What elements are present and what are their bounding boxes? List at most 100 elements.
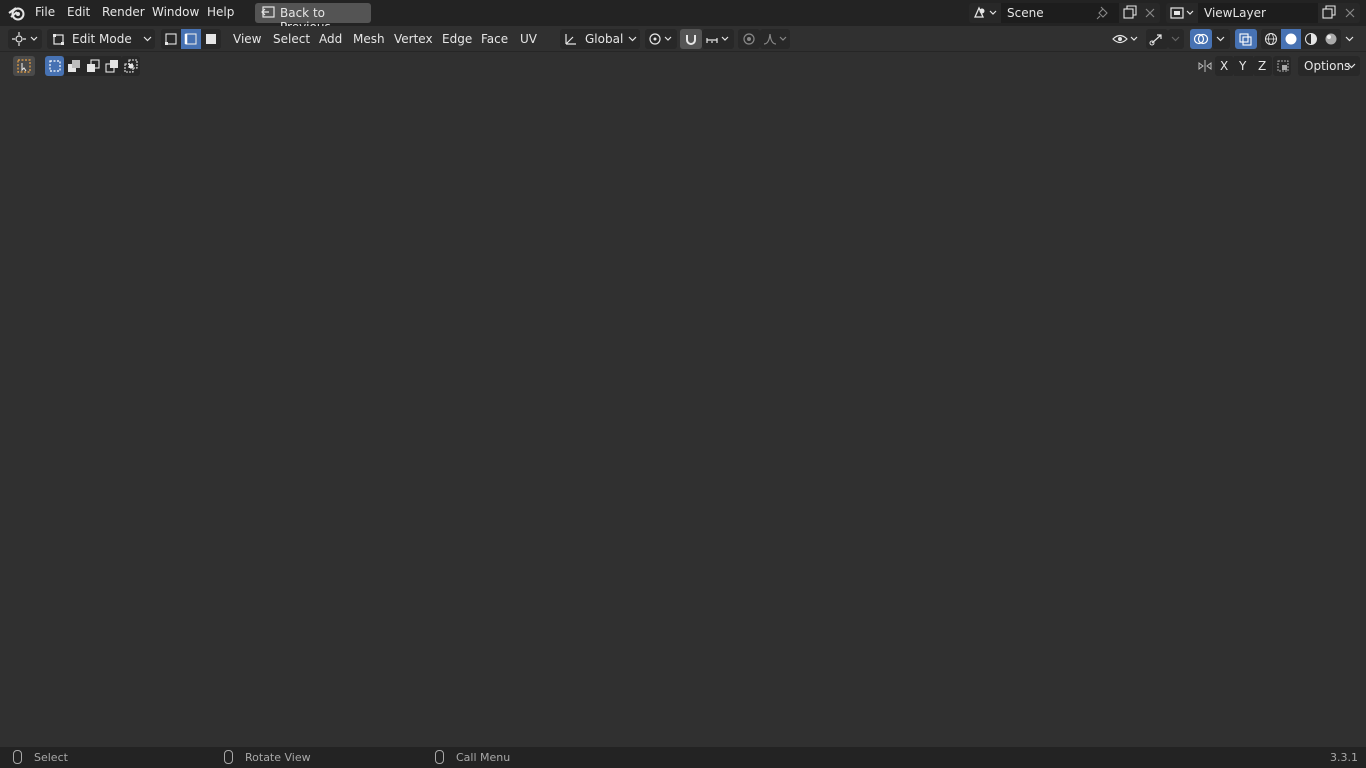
overlays-toggle[interactable] bbox=[1190, 29, 1212, 49]
select-mode-invert-button[interactable] bbox=[102, 56, 121, 76]
face-select-icon bbox=[206, 34, 216, 44]
pin-icon bbox=[1096, 6, 1108, 20]
blender-logo-icon[interactable] bbox=[8, 4, 26, 22]
view-layer-new-button[interactable] bbox=[1318, 3, 1340, 23]
shading-material-button[interactable] bbox=[1301, 29, 1321, 49]
viewport-header: Edit Mode View Select Add Mesh Vertex Ed… bbox=[0, 26, 1366, 52]
select-new-icon bbox=[49, 60, 61, 72]
header-menu-face[interactable]: Face bbox=[481, 32, 508, 46]
snap-target-dropdown[interactable] bbox=[702, 29, 734, 49]
chevron-down-icon bbox=[1347, 63, 1356, 69]
xray-toggle[interactable] bbox=[1235, 29, 1257, 49]
gizmo-dropdown[interactable] bbox=[1168, 29, 1184, 49]
proportional-edit-toggle[interactable] bbox=[738, 29, 760, 49]
back-icon bbox=[261, 6, 275, 18]
gizmo-toggle[interactable] bbox=[1146, 29, 1168, 49]
face-select-button[interactable] bbox=[201, 29, 221, 49]
mouse-right-icon bbox=[435, 750, 444, 764]
mode-label: Edit Mode bbox=[72, 32, 132, 46]
select-mode-intersect-button[interactable] bbox=[121, 56, 140, 76]
header-menu-mesh[interactable]: Mesh bbox=[353, 32, 385, 46]
visibility-dropdown[interactable] bbox=[1110, 29, 1142, 49]
topology-mirror-icon bbox=[1277, 60, 1289, 72]
mirror-x-label: X bbox=[1220, 59, 1229, 73]
mirror-y-toggle[interactable]: Y bbox=[1234, 56, 1253, 76]
options-label: Options bbox=[1304, 59, 1351, 73]
x-axis-line bbox=[159, 79, 1201, 747]
topology-mirror-toggle[interactable] bbox=[1273, 56, 1291, 76]
shading-wireframe-button[interactable] bbox=[1261, 29, 1281, 49]
overlays-icon bbox=[1193, 33, 1209, 45]
snap-toggle[interactable] bbox=[680, 29, 702, 49]
toolbar-expand-arrow[interactable]: › bbox=[1, 90, 5, 103]
transform-orientation-dropdown[interactable]: Global bbox=[560, 29, 640, 49]
scene-selector[interactable]: Scene bbox=[969, 3, 1160, 23]
scene-pin-button[interactable] bbox=[1093, 3, 1119, 23]
header-menu-add[interactable]: Add bbox=[319, 32, 342, 46]
pivot-point-dropdown[interactable] bbox=[645, 29, 677, 49]
options-dropdown[interactable]: Options bbox=[1298, 56, 1360, 76]
menu-window[interactable]: Window bbox=[152, 5, 199, 19]
scene-unlink-button[interactable] bbox=[1141, 3, 1160, 23]
scene-browse-button[interactable] bbox=[969, 3, 1001, 23]
back-to-previous-button[interactable]: Back to Previous bbox=[255, 3, 371, 34]
menu-edit[interactable]: Edit bbox=[67, 5, 90, 19]
mirror-z-toggle[interactable]: Z bbox=[1253, 56, 1272, 76]
header-menu-view[interactable]: View bbox=[233, 32, 261, 46]
header-menu-select[interactable]: Select bbox=[273, 32, 310, 46]
view-layer-remove-button[interactable] bbox=[1340, 3, 1360, 23]
menu-render[interactable]: Render bbox=[102, 5, 145, 19]
active-tool-button[interactable] bbox=[13, 56, 35, 76]
header-menu-vertex[interactable]: Vertex bbox=[394, 32, 433, 46]
solid-sphere-icon bbox=[1285, 33, 1297, 45]
mesh-edges bbox=[394, 120, 1221, 591]
edge-select-button[interactable] bbox=[181, 29, 201, 49]
status-right-mouse-hint: Call Menu bbox=[456, 751, 511, 764]
shading-rendered-button[interactable] bbox=[1321, 29, 1341, 49]
magnet-icon bbox=[686, 35, 696, 45]
mouse-left-icon bbox=[13, 750, 22, 764]
mirror-icon bbox=[1198, 60, 1212, 72]
edit-mode-icon bbox=[53, 34, 64, 45]
mirror-z-label: Z bbox=[1258, 59, 1267, 73]
select-mode-subtract-button[interactable] bbox=[83, 56, 102, 76]
shading-solid-button[interactable] bbox=[1281, 29, 1301, 49]
duplicate-icon bbox=[1123, 5, 1137, 19]
usb-charger-mesh bbox=[389, 191, 1239, 606]
editor-type-dropdown[interactable] bbox=[8, 29, 42, 49]
header-menu-edge[interactable]: Edge bbox=[442, 32, 472, 46]
interaction-mode-dropdown[interactable]: Edit Mode bbox=[47, 29, 155, 49]
chevron-down-icon bbox=[1171, 36, 1180, 42]
select-mode-new-button[interactable] bbox=[45, 56, 64, 76]
edge-select-icon bbox=[184, 33, 197, 45]
view-layer-name-field[interactable]: ViewLayer bbox=[1198, 3, 1318, 23]
mirror-x-toggle[interactable]: X bbox=[1215, 56, 1234, 76]
menu-file[interactable]: File bbox=[35, 5, 55, 19]
header-menu-uv[interactable]: UV bbox=[520, 32, 537, 46]
mirror-y-label: Y bbox=[1239, 59, 1247, 73]
status-middle-mouse-hint: Rotate View bbox=[245, 751, 311, 764]
xray-icon bbox=[1239, 33, 1252, 46]
orientation-global-icon bbox=[565, 34, 576, 45]
proportional-falloff-dropdown[interactable] bbox=[760, 29, 790, 49]
3d-viewport[interactable]: User Perspective (Local) (1) USB › ‹ bbox=[0, 26, 1366, 747]
view-layer-browse-button[interactable] bbox=[1166, 3, 1198, 23]
viewport-object-label: (1) USB bbox=[10, 105, 52, 118]
select-mode-extend-button[interactable] bbox=[64, 56, 83, 76]
view-layer-icon bbox=[1170, 7, 1194, 19]
version-label: 3.3.1 bbox=[1330, 751, 1358, 764]
scene-name-field[interactable]: Scene bbox=[1001, 3, 1093, 23]
transform-orientation-label: Global bbox=[585, 32, 624, 46]
select-box-icon bbox=[17, 59, 31, 73]
view-layer-selector[interactable]: ViewLayer bbox=[1166, 3, 1360, 23]
shading-dropdown[interactable] bbox=[1341, 29, 1359, 49]
sidebar-expand-arrow[interactable]: ‹ bbox=[1357, 90, 1361, 103]
wireframe-sphere-icon bbox=[1265, 33, 1277, 45]
proportional-edit-icon bbox=[743, 33, 755, 45]
plug-pins bbox=[99, 374, 661, 566]
overlays-dropdown[interactable] bbox=[1212, 29, 1230, 49]
vertex-select-button[interactable] bbox=[161, 29, 181, 49]
scene-new-button[interactable] bbox=[1119, 3, 1141, 23]
menu-help[interactable]: Help bbox=[207, 5, 234, 19]
viewport-canvas[interactable] bbox=[0, 26, 1366, 747]
